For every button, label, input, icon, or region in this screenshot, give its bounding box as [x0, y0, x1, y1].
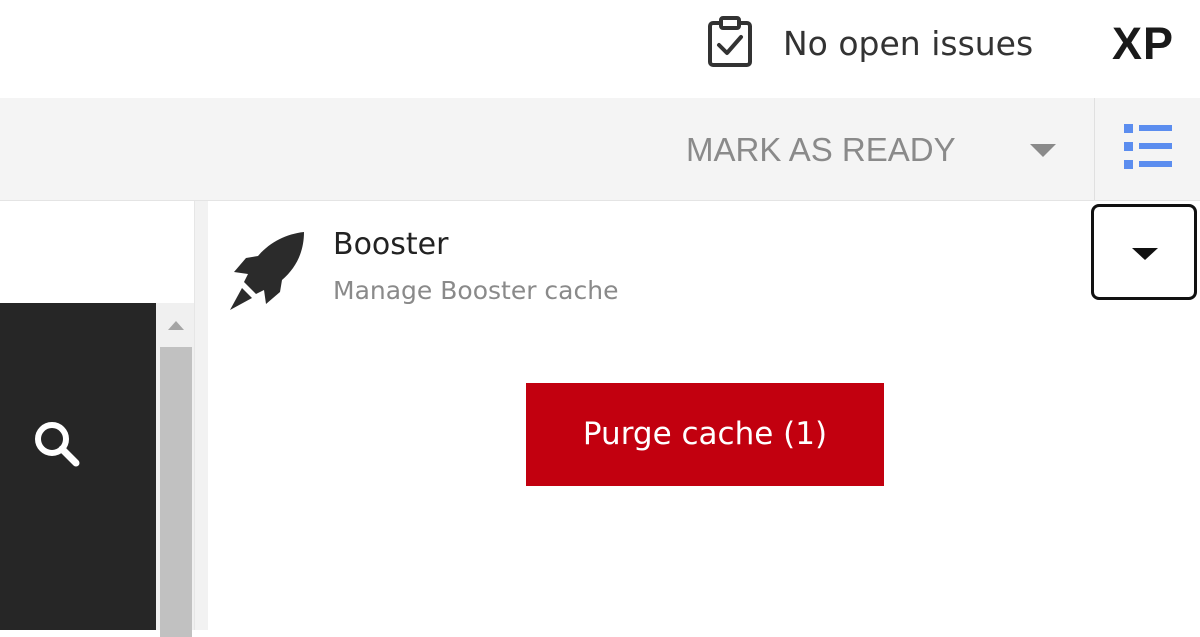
scrollbar[interactable] — [156, 303, 194, 637]
xp-logo: XP — [1112, 18, 1175, 69]
widget-subtitle: Manage Booster cache — [333, 276, 619, 305]
widget-dropdown-button[interactable] — [1091, 204, 1197, 300]
search-icon[interactable] — [30, 417, 82, 469]
panel-divider — [194, 201, 208, 630]
scrollbar-thumb[interactable] — [160, 347, 192, 637]
toolbar: MARK AS READY — [0, 98, 1200, 201]
rocket-icon — [230, 232, 304, 310]
chevron-down-icon[interactable] — [1030, 144, 1056, 157]
caret-down-icon — [1132, 248, 1158, 260]
left-panel — [0, 201, 208, 637]
purge-cache-button[interactable]: Purge cache (1) — [526, 383, 884, 486]
list-icon[interactable] — [1122, 122, 1174, 172]
toolbar-divider — [1094, 98, 1095, 200]
top-bar: No open issues XP — [0, 0, 1200, 98]
clipboard-check-icon[interactable] — [706, 16, 754, 68]
widget-title: Booster — [333, 227, 449, 262]
mark-as-ready-button[interactable]: MARK AS READY — [686, 128, 956, 172]
issues-status-text[interactable]: No open issues — [783, 22, 1033, 66]
scroll-up-arrow-icon[interactable] — [168, 321, 184, 330]
